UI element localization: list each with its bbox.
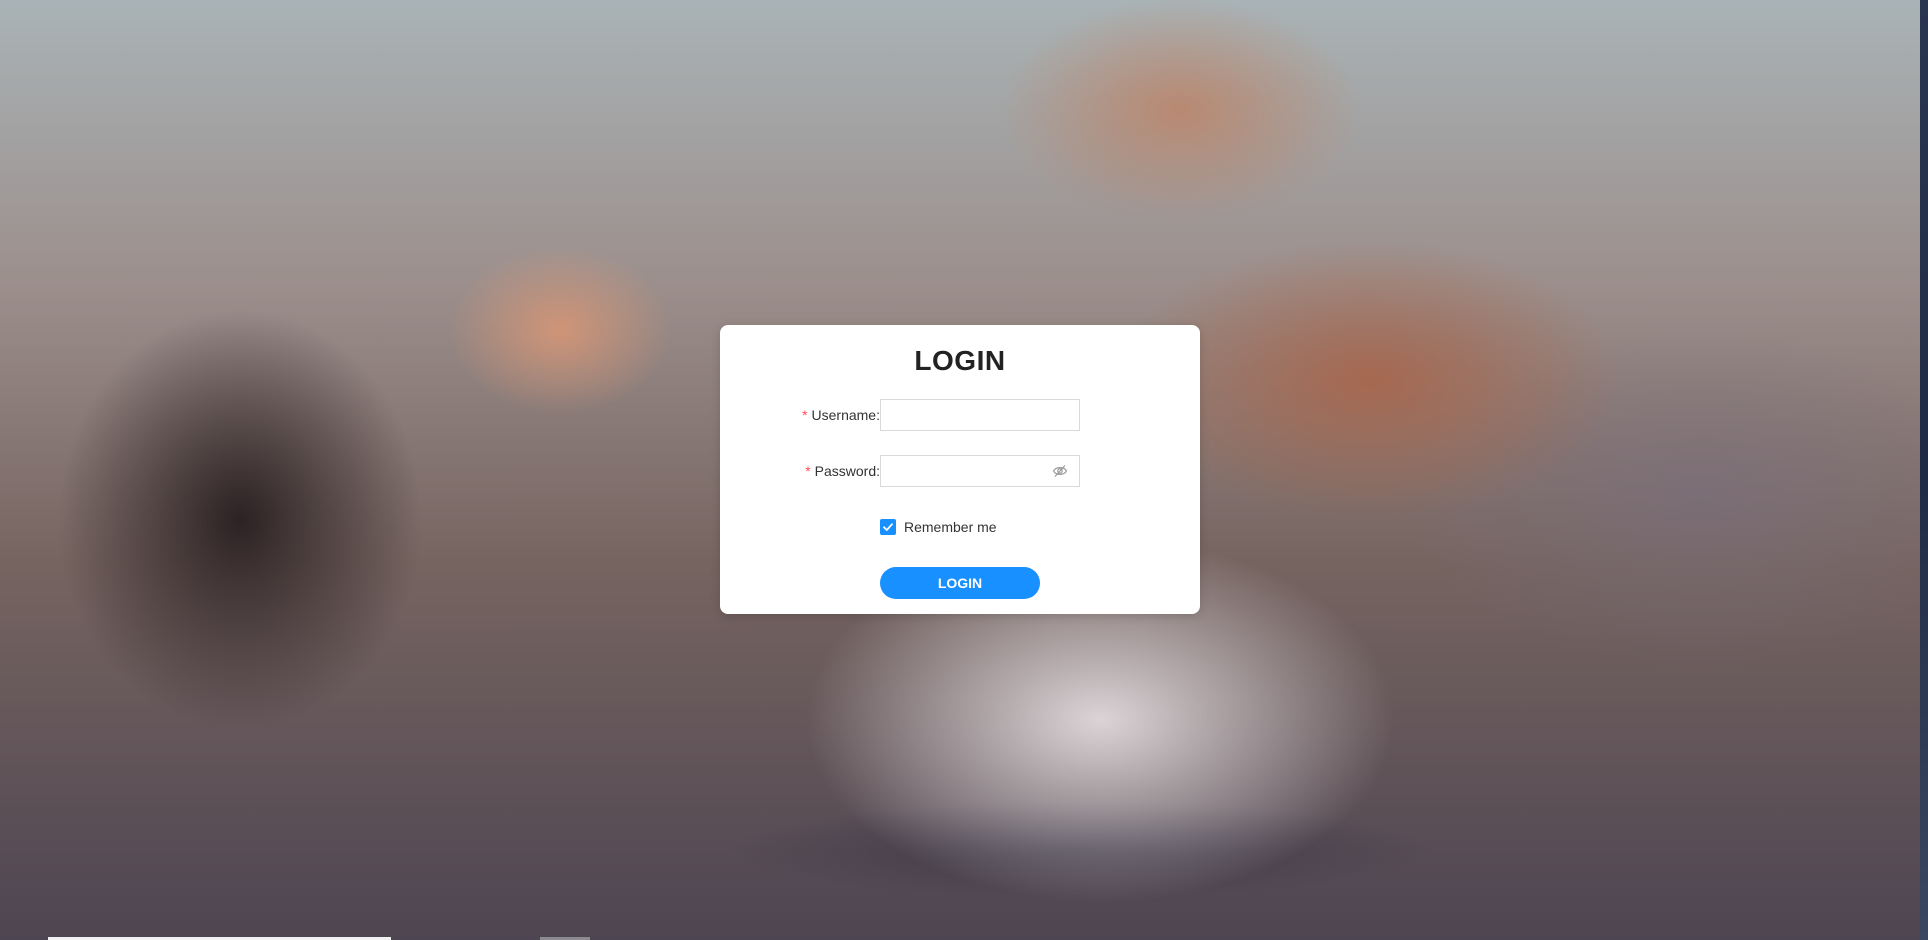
required-mark: * xyxy=(802,407,808,423)
remember-me[interactable]: Remember me xyxy=(880,517,997,537)
password-label-group: * Password: xyxy=(805,455,880,487)
username-input[interactable] xyxy=(880,399,1080,431)
login-card: LOGIN * Username: * Password: Remember m… xyxy=(720,325,1200,614)
username-row: * Username: xyxy=(720,399,1200,433)
background-photo: LOGIN * Username: * Password: Remember m… xyxy=(0,0,1928,940)
required-mark: * xyxy=(805,463,811,479)
login-title: LOGIN xyxy=(914,345,1006,376)
password-label: Password xyxy=(814,463,877,479)
window-edge xyxy=(1920,0,1928,940)
password-row: * Password: xyxy=(720,455,1200,489)
login-button[interactable]: LOGIN xyxy=(880,567,1040,599)
password-input[interactable] xyxy=(880,455,1080,487)
remember-me-checkbox[interactable] xyxy=(880,519,896,535)
check-icon xyxy=(883,523,893,531)
remember-me-label[interactable]: Remember me xyxy=(904,519,997,535)
username-label-group: * Username: xyxy=(802,399,880,431)
eye-invisible-icon[interactable] xyxy=(1052,463,1068,479)
username-label: Username xyxy=(811,407,877,423)
